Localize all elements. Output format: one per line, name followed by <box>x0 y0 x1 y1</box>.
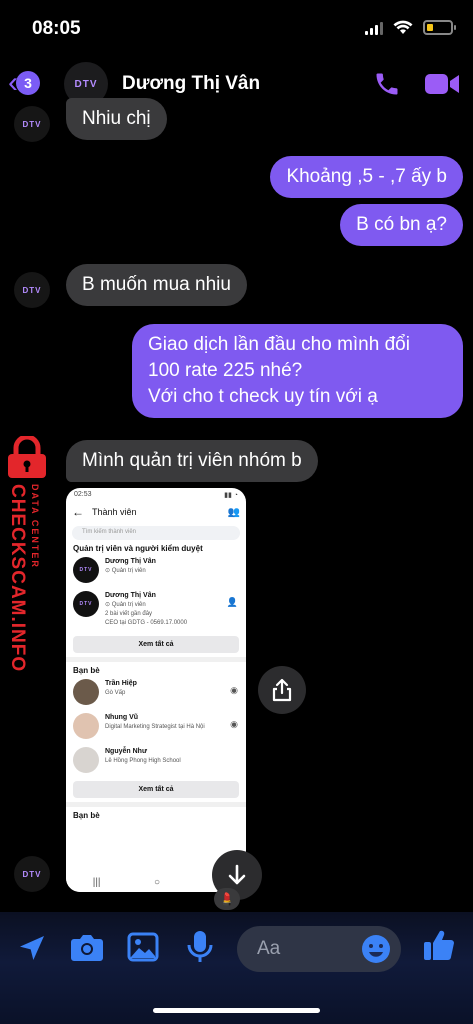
message-line: Giao dịch lần đầu cho mình đổi <box>148 334 410 355</box>
friend-name: Trần Hiệp <box>105 680 137 687</box>
contact-avatar-small: DTV <box>14 106 50 142</box>
thumbs-up-icon[interactable] <box>422 928 456 962</box>
image-see-all-button: Xem tất cả <box>73 636 239 653</box>
friend-name: Nguyễn Như <box>105 748 148 755</box>
contact-avatar-small: DTV <box>14 272 50 308</box>
message-incoming[interactable]: Nhiu chị <box>66 98 167 140</box>
shared-image[interactable]: 02:53 ▮▮ ◔ ← Thành viên 👥 Tìm kiếm thành… <box>66 488 246 892</box>
member-posts: 2 bài viết gần đây <box>105 611 153 617</box>
member-name: Dương Thị Vân <box>105 558 156 565</box>
battery-icon <box>423 20 456 35</box>
image-section-heading: Bạn bè <box>73 666 100 675</box>
avatar-logo: DTV <box>74 78 98 90</box>
friend-name: Nhung Vũ <box>105 714 139 721</box>
microphone-icon[interactable] <box>186 930 214 964</box>
image-title-bar: ← Thành viên 👥 <box>66 502 246 522</box>
image-friend-row: Nhung Vũ Digital Marketing Strategist tạ… <box>66 709 246 743</box>
member-avatar: DTV <box>73 557 99 583</box>
image-friend-row: Trần Hiệp Gò Vấp ◉ <box>66 675 246 709</box>
friend-detail: Lê Hồng Phong High School <box>105 758 181 764</box>
friend-avatar <box>73 747 99 773</box>
message-text: B có bn ạ? <box>356 214 447 235</box>
image-section-heading: Bạn bè <box>73 811 100 820</box>
status-bar: 08:05 <box>0 0 473 56</box>
watermark-text: CHECKSCAM.INFO <box>7 484 28 673</box>
image-status-bar: 02:53 ▮▮ ◔ <box>66 488 246 502</box>
emoji-icon[interactable] <box>361 934 391 964</box>
image-status-icons: ▮▮ ◔ <box>224 492 238 499</box>
member-role: ⊙ Quản trị viên <box>105 568 146 574</box>
recent-apps-icon: ||| <box>92 876 101 888</box>
status-icons <box>365 20 456 35</box>
phone-icon[interactable] <box>373 70 401 98</box>
friend-avatar <box>73 679 99 705</box>
image-status-time: 02:53 <box>74 491 92 498</box>
message-input[interactable]: Aa <box>237 926 401 972</box>
image-friend-row: Nguyễn Như Lê Hồng Phong High School <box>66 743 246 777</box>
image-search-field: Tìm kiếm thành viên <box>72 526 240 540</box>
unread-badge: 3 <box>16 71 40 95</box>
message-text: B muốn mua nhiu <box>82 274 231 295</box>
arrow-down-icon <box>228 864 246 885</box>
back-button[interactable]: ‹ 3 <box>8 68 40 98</box>
friend-detail: Gò Vấp <box>105 690 126 696</box>
watermark-subtext: DATA CENTER <box>30 484 40 569</box>
contact-avatar-small: DTV <box>14 856 50 892</box>
watermark: CHECKSCAM.INFO DATA CENTER <box>0 436 54 672</box>
messenger-icon: ◉ <box>230 719 238 729</box>
messenger-icon: ◉ <box>230 685 238 695</box>
reaction-icon: 💄 <box>214 888 240 910</box>
lock-icon <box>8 436 46 478</box>
message-incoming[interactable]: B muốn mua nhiu <box>66 264 247 306</box>
contact-name[interactable]: Dương Thị Vân <box>122 73 260 95</box>
message-incoming[interactable]: Mình quản trị viên nhóm b <box>66 440 318 482</box>
image-section-heading: Quản trị viên và người kiểm duyệt <box>73 544 203 553</box>
status-time: 08:05 <box>32 18 81 39</box>
home-icon: ○ <box>153 876 160 888</box>
people-icon: 👥 <box>227 506 240 518</box>
message-outgoing[interactable]: Giao dịch lần đầu cho mình đổi 100 rate … <box>132 324 463 418</box>
gallery-icon[interactable] <box>127 932 159 962</box>
image-see-all-button: Xem tất cả <box>73 781 239 798</box>
message-line: 100 rate 225 nhé? <box>148 360 303 381</box>
image-member-row: DTV Dương Thị Vân ⊙ Quản trị viên 2 bài … <box>66 587 246 632</box>
home-indicator <box>153 1008 320 1013</box>
image-member-row: DTV Dương Thị Vân ⊙ Quản trị viên <box>66 553 246 587</box>
wifi-icon <box>393 20 413 34</box>
camera-icon[interactable] <box>70 932 104 962</box>
signal-icon <box>365 21 383 35</box>
member-job: CEO tại GDTG - 0569.17.0000 <box>105 620 188 626</box>
message-outgoing[interactable]: Khoảng ,5 - ,7 ấy b <box>270 156 463 198</box>
member-avatar: DTV <box>73 591 99 617</box>
image-title: Thành viên <box>92 507 137 517</box>
message-text: Nhiu chị <box>82 108 151 129</box>
location-arrow-icon[interactable] <box>16 932 48 964</box>
member-name: Dương Thị Vân <box>105 592 156 599</box>
friend-avatar <box>73 713 99 739</box>
member-role: ⊙ Quản trị viên <box>105 602 146 608</box>
friend-detail: Digital Marketing Strategist tại Hà Nội <box>105 724 205 730</box>
video-call-icon[interactable] <box>424 71 460 97</box>
message-text: Mình quản trị viên nhóm b <box>82 450 302 471</box>
add-friend-icon: 👤 <box>226 597 238 607</box>
arrow-left-icon: ← <box>72 505 84 519</box>
message-line: Với cho t check uy tín với ạ <box>148 386 378 407</box>
share-button[interactable] <box>258 666 306 714</box>
message-input-placeholder: Aa <box>257 938 281 959</box>
share-icon <box>272 678 292 702</box>
message-text: Khoảng ,5 - ,7 ấy b <box>286 166 447 187</box>
message-outgoing[interactable]: B có bn ạ? <box>340 204 463 246</box>
